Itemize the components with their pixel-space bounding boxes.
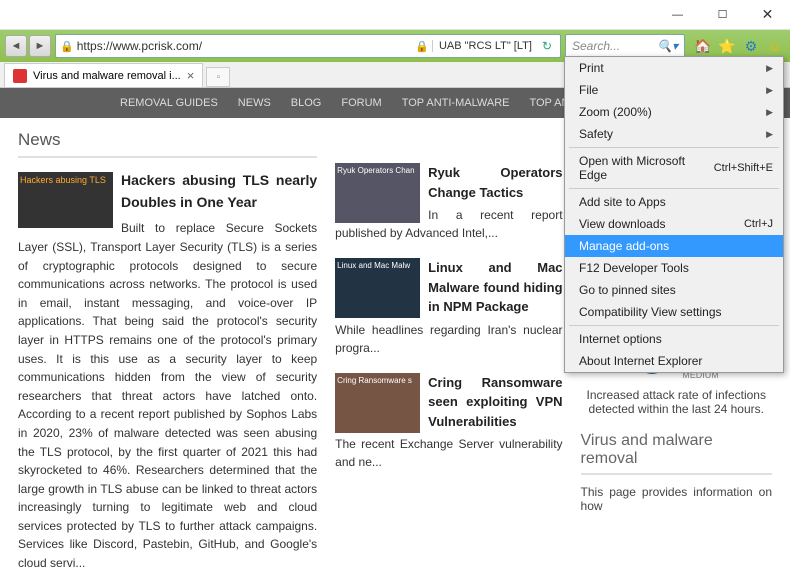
cert-lock-icon: 🔒: [415, 40, 429, 53]
forward-button[interactable]: ►: [29, 35, 51, 57]
maximize-button[interactable]: ☐: [700, 0, 745, 29]
search-placeholder: Search...: [572, 39, 620, 53]
url-field[interactable]: 🔒 https://www.pcrisk.com/ 🔒 UAB "RCS LT"…: [55, 34, 561, 58]
menu-open-edge[interactable]: Open with Microsoft EdgeCtrl+Shift+E: [565, 150, 783, 186]
cert-label: UAB "RCS LT" [LT]: [432, 40, 538, 52]
nav-removal-guides[interactable]: REMOVAL GUIDES: [120, 97, 218, 109]
nav-news[interactable]: NEWS: [238, 97, 271, 109]
tab-favicon: [13, 69, 27, 83]
mid-thumbnail-3[interactable]: Cring Ransomware s: [335, 373, 420, 433]
article-body: Built to replace Secure Sockets Layer (S…: [18, 221, 317, 568]
mid-body-2: While headlines regarding Iran's nuclear…: [335, 323, 562, 355]
menu-pinned-sites[interactable]: Go to pinned sites: [565, 279, 783, 301]
search-field[interactable]: Search... 🔍▾: [565, 34, 685, 58]
settings-gear-icon[interactable]: ⚙: [741, 36, 761, 56]
mid-thumbnail-1[interactable]: Ryuk Operators Chan: [335, 163, 420, 223]
nav-forum[interactable]: FORUM: [341, 97, 381, 109]
back-button[interactable]: ◄: [5, 35, 27, 57]
mid-article-3: Cring Ransomware s Cring Ransomware seen…: [335, 373, 562, 472]
mid-article-2: Linux and Mac Malw Linux and Mac Malware…: [335, 258, 562, 357]
minimize-button[interactable]: —: [655, 0, 700, 29]
mid-body-3: The recent Exchange Server vulnerability…: [335, 437, 562, 469]
main-article: Hackers abusing TLS Hackers abusing TLS …: [18, 170, 317, 568]
search-icon[interactable]: 🔍▾: [657, 39, 678, 53]
mid-thumbnail-2[interactable]: Linux and Mac Malw: [335, 258, 420, 318]
menu-add-site[interactable]: Add site to Apps: [565, 191, 783, 213]
new-tab-button[interactable]: ▫: [206, 67, 230, 87]
news-heading: News: [18, 130, 317, 158]
browser-tab[interactable]: Virus and malware removal i... ×: [4, 63, 203, 87]
close-button[interactable]: ✕: [745, 0, 790, 29]
virus-removal-desc: This page provides information on how: [581, 485, 772, 513]
menu-about-ie[interactable]: About Internet Explorer: [565, 350, 783, 372]
settings-menu: Print▶ File▶ Zoom (200%)▶ Safety▶ Open w…: [564, 56, 784, 373]
menu-view-downloads[interactable]: View downloadsCtrl+J: [565, 213, 783, 235]
menu-safety[interactable]: Safety▶: [565, 123, 783, 145]
menu-zoom[interactable]: Zoom (200%)▶: [565, 101, 783, 123]
article-thumbnail[interactable]: Hackers abusing TLS: [18, 172, 113, 228]
mid-article-1: Ryuk Operators Chan Ryuk Operators Chang…: [335, 163, 562, 242]
nav-blog[interactable]: BLOG: [291, 97, 322, 109]
smiley-icon[interactable]: ☺: [765, 36, 785, 56]
menu-internet-options[interactable]: Internet options: [565, 328, 783, 350]
home-icon[interactable]: 🏠: [693, 36, 713, 56]
nav-anti-malware[interactable]: TOP ANTI-MALWARE: [402, 97, 510, 109]
menu-devtools[interactable]: F12 Developer Tools: [565, 257, 783, 279]
tab-close-icon[interactable]: ×: [187, 68, 195, 83]
tab-title: Virus and malware removal i...: [33, 70, 181, 82]
window-titlebar: — ☐ ✕: [0, 0, 790, 30]
favorites-icon[interactable]: ⭐: [717, 36, 737, 56]
menu-compat-view[interactable]: Compatibility View settings: [565, 301, 783, 323]
menu-manage-addons[interactable]: Manage add-ons: [565, 235, 783, 257]
refresh-button[interactable]: ↻: [538, 39, 556, 53]
virus-removal-heading: Virus and malware removal: [581, 432, 772, 475]
url-text: https://www.pcrisk.com/: [77, 39, 416, 53]
activity-description: Increased attack rate of infections dete…: [581, 388, 772, 416]
menu-file[interactable]: File▶: [565, 79, 783, 101]
menu-print[interactable]: Print▶: [565, 57, 783, 79]
lock-icon: 🔒: [60, 40, 74, 53]
